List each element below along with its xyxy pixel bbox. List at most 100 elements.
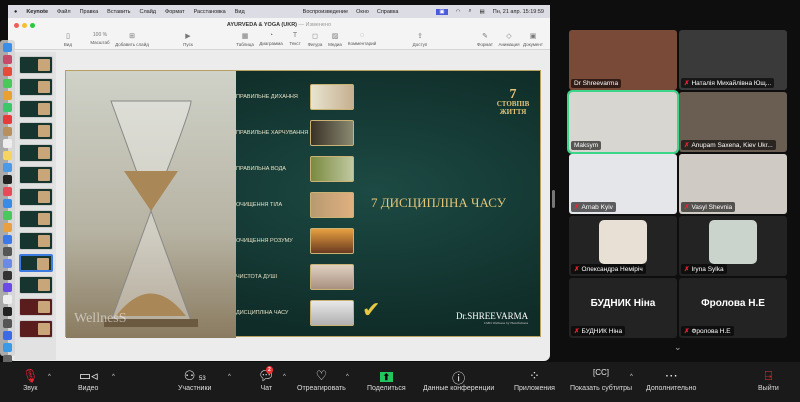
dock-app-icon[interactable] — [3, 319, 12, 328]
meeting-info-button[interactable]: ⓘ Данные конференции — [423, 368, 494, 392]
slide-thumbnail[interactable] — [19, 298, 53, 316]
dock-app-icon[interactable] — [3, 199, 12, 208]
participant-tile[interactable]: ✗ Олександра Немірiч — [569, 216, 677, 276]
slide-thumbnail[interactable] — [19, 210, 53, 228]
slide-thumbnail[interactable] — [19, 166, 53, 184]
participants-caret[interactable]: ^ — [228, 374, 231, 380]
dock-app-icon[interactable] — [3, 103, 12, 112]
search-icon[interactable]: ⌕ — [468, 8, 471, 15]
dock-app-icon[interactable] — [3, 247, 12, 256]
dock-app-icon[interactable] — [3, 163, 12, 172]
control-center-icon[interactable]: ▤ — [480, 9, 485, 15]
dock-app-icon[interactable] — [3, 55, 12, 64]
apps-button[interactable]: ⁘ Приложения — [514, 368, 555, 392]
captions-caret[interactable]: ^ — [630, 374, 633, 380]
slide-thumbnail-selected[interactable] — [19, 254, 53, 272]
participants-button[interactable]: ⚇ 53 Участники — [178, 368, 211, 392]
menu-view[interactable]: Вид — [235, 9, 245, 15]
dock-app-icon[interactable] — [3, 79, 12, 88]
leave-button[interactable]: ⍈ Выйти — [758, 368, 779, 392]
share-screen-button[interactable]: ⬆ Поделиться — [367, 368, 406, 392]
menu-app[interactable]: Keynote — [26, 9, 48, 15]
participant-name: ✗ Наталія Михайлівна Ющ... — [681, 78, 775, 88]
dock-app-icon[interactable] — [3, 223, 12, 232]
mic-muted-icon: ✗ — [684, 80, 690, 87]
zoom-status-icon[interactable]: ▣ — [436, 8, 448, 15]
dock-app-icon[interactable] — [3, 283, 12, 292]
participant-tile[interactable]: Maksym — [567, 90, 679, 154]
slide-canvas[interactable]: WellnesS ПРАВИЛЬНЕ ДИХАННЯ ПРАВИЛЬНЕ ХАР… — [65, 70, 541, 338]
slide-thumbnail[interactable] — [19, 320, 53, 338]
participant-tile[interactable]: БУДНИК Ніна ✗ БУДНИК Ніна — [569, 278, 677, 338]
dock-app-icon[interactable] — [3, 67, 12, 76]
video-options-caret[interactable]: ^ — [112, 374, 115, 380]
chevron-down-icon[interactable]: ⌄ — [674, 342, 682, 353]
dock-app-icon[interactable] — [3, 271, 12, 280]
chat-button[interactable]: 💬︎ 2 Чат — [258, 366, 275, 392]
more-button[interactable]: ⋯ Дополнительно — [646, 368, 696, 392]
participant-tile[interactable]: ✗ Наталія Михайлівна Ющ... — [679, 30, 787, 90]
slide-thumbnail[interactable] — [19, 78, 53, 96]
video-button[interactable]: ▭◃ Видео — [78, 368, 98, 392]
document-button[interactable]: ▣ Документ — [518, 32, 548, 47]
menu-file[interactable]: Файл — [57, 9, 71, 15]
mac-menubar: ● Keynote Файл Правка Вставить Слайд Фор… — [8, 5, 550, 18]
dock-app-icon[interactable] — [3, 295, 12, 304]
dock-app-icon[interactable] — [3, 139, 12, 148]
dock-app-icon[interactable] — [3, 259, 12, 268]
react-button[interactable]: ♡ Отреагировать — [297, 368, 346, 392]
dock-app-icon[interactable] — [3, 175, 12, 184]
audio-options-caret[interactable]: ^ — [48, 374, 51, 380]
clock[interactable]: Пн, 21 апр. 15:19:59 — [493, 9, 544, 15]
slide-thumbnail[interactable] — [19, 232, 53, 250]
dock-app-icon[interactable] — [3, 115, 12, 124]
split-handle[interactable] — [552, 190, 555, 208]
participant-tile[interactable]: ✗ Arnab Kyiv — [569, 154, 677, 214]
menu-help[interactable]: Справка — [377, 9, 399, 15]
dock-app-icon[interactable] — [3, 91, 12, 100]
menu-arrange[interactable]: Расстановка — [194, 9, 226, 15]
dock-app-icon[interactable] — [3, 307, 12, 316]
menu-edit[interactable]: Правка — [80, 9, 99, 15]
play-button[interactable]: ▶ Пуск — [168, 32, 208, 47]
menu-slide[interactable]: Слайд — [139, 9, 156, 15]
slide-thumbnail[interactable] — [19, 144, 53, 162]
add-slide-button[interactable]: ⊞ Добавить слайд — [112, 32, 152, 47]
dock-app-icon[interactable] — [3, 43, 12, 52]
slide-thumbnail[interactable] — [19, 56, 53, 74]
slide-navigator[interactable] — [14, 52, 56, 360]
captions-button[interactable]: [CC] Показать субтитры — [570, 368, 632, 392]
dock-app-icon[interactable] — [3, 211, 12, 220]
participant-tile[interactable]: ✗ Iryna Sylka — [679, 216, 787, 276]
slide-thumbnail[interactable] — [19, 188, 53, 206]
slide-thumbnail[interactable] — [19, 276, 53, 294]
share-access-button[interactable]: ⇪ Доступ — [400, 32, 440, 47]
wifi-icon[interactable]: ◠ — [456, 9, 461, 15]
participant-tile[interactable]: Фролова Н.Е ✗ Фролова Н.Е — [679, 278, 787, 338]
menu-window[interactable]: Окно — [356, 9, 369, 15]
participant-tile[interactable]: ✗ Anupam Saxena, Kiev Ukr... — [679, 92, 787, 152]
menu-format[interactable]: Формат — [165, 9, 185, 15]
mind-image — [310, 228, 354, 254]
participant-tile[interactable]: Dr Shreevarma — [569, 30, 677, 90]
menu-insert[interactable]: Вставить — [107, 9, 130, 15]
dock-app-icon[interactable] — [3, 343, 12, 352]
dock-app-icon[interactable] — [3, 187, 12, 196]
dock-app-icon[interactable] — [3, 127, 12, 136]
slide-title: 7 ДИСЦИПЛІНА ЧАСУ — [371, 195, 506, 210]
dock-app-icon[interactable] — [3, 235, 12, 244]
comment-button[interactable]: ◌ Комментарий — [342, 32, 382, 46]
slide-thumbnail[interactable] — [19, 122, 53, 140]
dock-app-icon[interactable] — [3, 151, 12, 160]
apple-icon[interactable]: ● — [14, 9, 17, 15]
slide-thumbnail[interactable] — [19, 100, 53, 118]
menu-play[interactable]: Воспроизведение — [303, 9, 348, 15]
chat-caret[interactable]: ^ — [283, 374, 286, 380]
audio-button[interactable]: 🎙︎ Звук — [22, 368, 39, 392]
react-caret[interactable]: ^ — [346, 374, 349, 380]
pillar-item: ДИСЦИПЛІНА ЧАСУ — [236, 299, 376, 327]
participant-name: ✗ Anupam Saxena, Kiev Ukr... — [681, 140, 776, 150]
chat-icon: 💬︎ 2 — [258, 366, 275, 383]
dock-app-icon[interactable] — [3, 331, 12, 340]
participant-tile[interactable]: ✗ Vasyl Shevnia — [679, 154, 787, 214]
